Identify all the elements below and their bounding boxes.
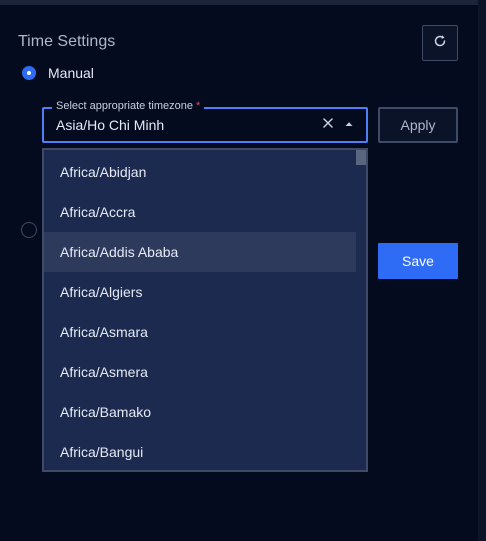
close-icon [322,116,334,134]
scrollbar-thumb[interactable] [356,150,366,165]
toggle-timezone-list-button[interactable] [341,117,357,133]
required-mark: * [196,100,201,112]
timezone-option-hovered[interactable]: Africa/Addis Ababa [44,232,356,272]
timezone-field-label: Select appropriate timezone * [52,100,205,112]
save-button[interactable]: Save [378,243,458,279]
top-bar [0,0,486,5]
timezone-option[interactable]: Africa/Bangui [44,432,356,470]
right-edge-panel [478,0,486,541]
dropdown-scrollbar[interactable] [356,150,366,470]
timezone-option[interactable]: Africa/Bamako [44,392,356,432]
timezone-option[interactable]: Africa/Asmara [44,312,356,352]
timezone-option[interactable]: Africa/Algiers [44,272,356,312]
automatic-radio[interactable] [21,222,37,238]
manual-radio-label: Manual [48,65,94,81]
timezone-dropdown: Africa/Abidjan Africa/Accra Africa/Addis… [42,148,368,472]
timezone-option[interactable]: Africa/Abidjan [44,152,356,192]
timezone-legend-text: Select appropriate timezone [56,100,193,112]
refresh-button[interactable] [422,25,458,61]
page-title: Time Settings [18,33,116,50]
timezone-option[interactable]: Africa/Asmera [44,352,356,392]
manual-radio[interactable] [22,66,36,80]
timezone-value[interactable]: Asia/Ho Chi Minh [56,117,164,133]
refresh-icon [433,34,447,53]
apply-button[interactable]: Apply [378,107,458,143]
clear-timezone-button[interactable] [320,117,336,133]
caret-up-icon [344,116,354,134]
timezone-option[interactable]: Africa/Accra [44,192,356,232]
